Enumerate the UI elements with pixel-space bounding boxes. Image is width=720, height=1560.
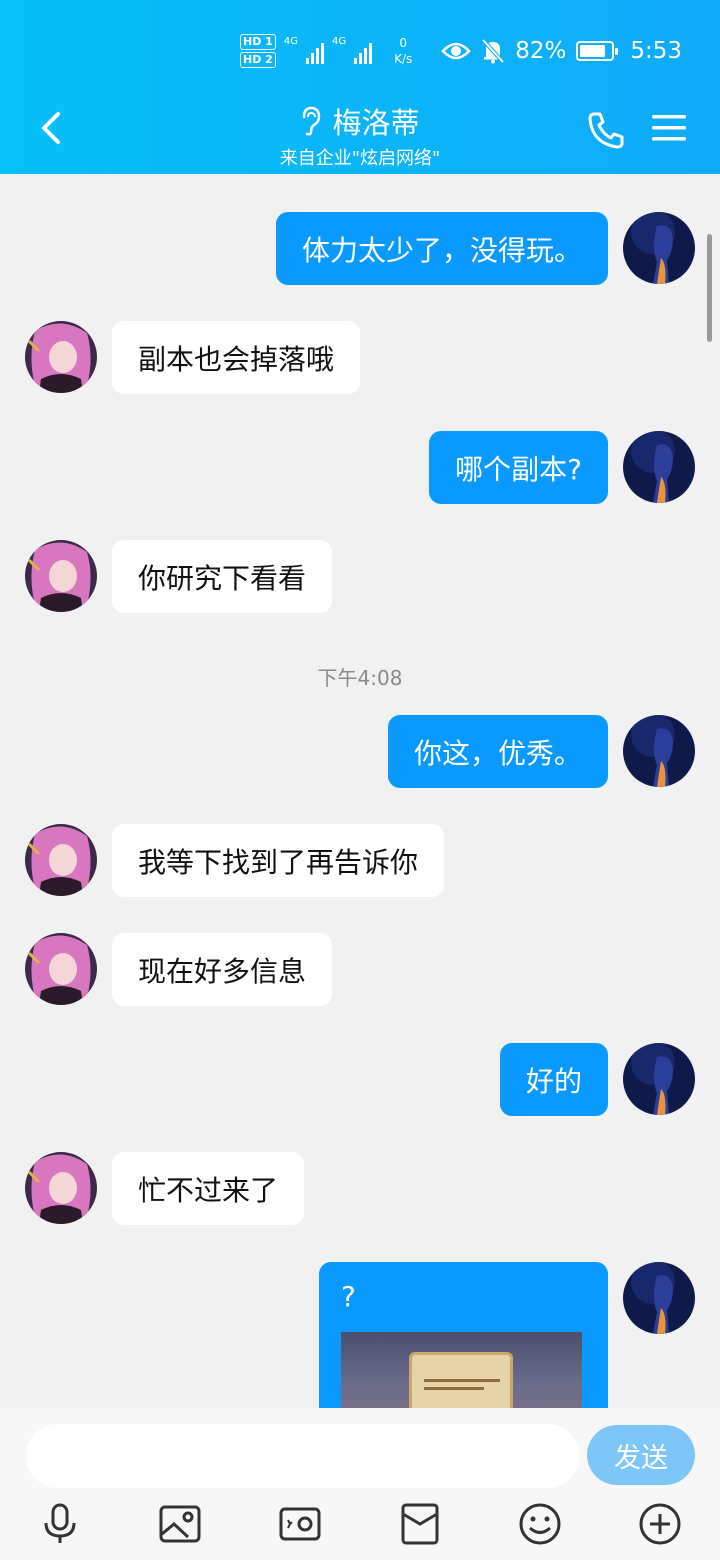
- clock: 5:53: [630, 38, 682, 64]
- camera-icon[interactable]: [278, 1502, 322, 1546]
- phone-icon[interactable]: [586, 110, 626, 150]
- signal-group: HD 1 HD 2 4G 4G 0 K/s: [240, 34, 412, 68]
- contact-avatar[interactable]: [25, 540, 97, 612]
- image-message-caption: ?: [341, 1280, 356, 1313]
- scrollbar[interactable]: [707, 234, 712, 342]
- network-speed: 0 K/s: [394, 35, 412, 67]
- hd1-badge: HD 1: [240, 34, 276, 50]
- microphone-icon[interactable]: [38, 1502, 82, 1546]
- my-avatar[interactable]: [623, 715, 695, 787]
- signal-bars-1-icon: [305, 38, 324, 64]
- message-list[interactable]: 体力太少了，没得玩。副本也会掉落哦 哪个副本? 你研究下看看下午4:08 你这，优秀。…: [0, 174, 720, 1408]
- composer-bar: 发送: [0, 1408, 720, 1560]
- contact-avatar[interactable]: [25, 321, 97, 393]
- battery-icon: [576, 41, 619, 61]
- my-avatar[interactable]: [623, 212, 695, 284]
- eye-icon: [441, 42, 471, 60]
- plus-circle-icon[interactable]: [638, 1502, 682, 1546]
- battery-percent: 82%: [515, 38, 567, 64]
- sim1-label: 4G: [283, 36, 298, 47]
- status-right: 82% 5:53: [441, 38, 682, 64]
- outgoing-message[interactable]: 你这，优秀。: [387, 715, 608, 788]
- game-screenshot-image[interactable]: [341, 1332, 582, 1408]
- image-message-bubble[interactable]: ?: [319, 1262, 608, 1408]
- emoji-icon[interactable]: [518, 1502, 562, 1546]
- menu-icon[interactable]: [652, 112, 686, 144]
- incoming-message[interactable]: 我等下找到了再告诉你: [112, 824, 445, 897]
- outgoing-message[interactable]: 体力太少了，没得玩。: [275, 212, 608, 285]
- red-packet-icon[interactable]: [398, 1502, 442, 1546]
- my-avatar[interactable]: [623, 1043, 695, 1115]
- contact-avatar[interactable]: [25, 1152, 97, 1224]
- message-input[interactable]: [26, 1424, 579, 1488]
- signal-bars-2-icon: [354, 38, 373, 64]
- sim2-label: 4G: [331, 36, 347, 47]
- chat-header: HD 1 HD 2 4G 4G 0 K/s 82% 5:53 梅洛蒂 来自企业"…: [0, 0, 720, 174]
- hd2-badge: HD 2: [240, 52, 276, 68]
- contact-avatar[interactable]: [25, 824, 97, 896]
- my-avatar[interactable]: [623, 431, 695, 503]
- incoming-message[interactable]: 现在好多信息: [112, 933, 333, 1006]
- incoming-message[interactable]: 副本也会掉落哦: [112, 321, 361, 394]
- outgoing-message[interactable]: 好的: [499, 1043, 608, 1116]
- status-bar: HD 1 HD 2 4G 4G 0 K/s 82% 5:53: [0, 30, 720, 76]
- image-icon[interactable]: [158, 1502, 202, 1546]
- hd-indicators: HD 1 HD 2: [240, 34, 276, 68]
- ear-icon: [303, 106, 321, 136]
- bell-off-icon: [481, 38, 505, 64]
- outgoing-message[interactable]: 哪个副本?: [429, 431, 608, 504]
- incoming-message[interactable]: 忙不过来了: [112, 1152, 305, 1225]
- send-button[interactable]: 发送: [587, 1425, 695, 1485]
- contact-name: 梅洛蒂: [332, 106, 420, 140]
- incoming-message[interactable]: 你研究下看看: [112, 540, 333, 613]
- network-speed-value: 0: [399, 36, 407, 50]
- contact-avatar[interactable]: [25, 933, 97, 1005]
- my-avatar[interactable]: [623, 1262, 695, 1334]
- network-speed-unit: K/s: [394, 52, 413, 66]
- message-timestamp: 下午4:08: [317, 666, 403, 690]
